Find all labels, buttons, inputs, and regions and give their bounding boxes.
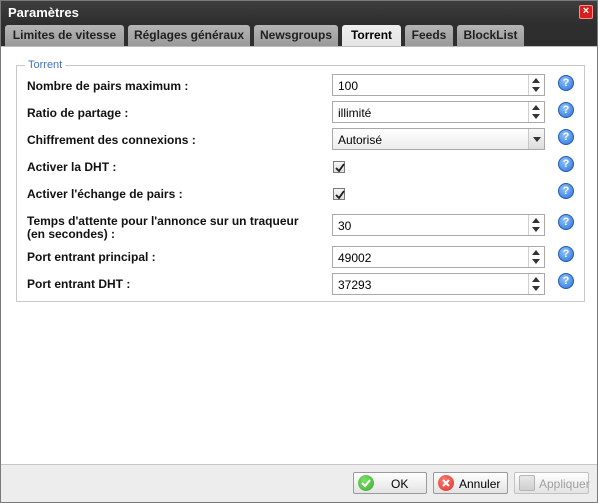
spinner-arrows[interactable] <box>528 215 544 235</box>
checkmark-icon <box>335 190 345 200</box>
arrow-up-icon[interactable] <box>532 78 540 83</box>
checkmark-icon <box>335 163 345 173</box>
dht-port-spinner[interactable]: 37293 <box>332 273 545 295</box>
arrow-up-icon[interactable] <box>532 250 540 255</box>
title-bar: Paramètres × <box>1 1 597 24</box>
tab-newsgroups[interactable]: Newsgroups <box>254 25 338 46</box>
max-peers-spinner[interactable]: 100 <box>332 74 545 96</box>
spinner-arrows[interactable] <box>528 274 544 294</box>
pex-label: Activer l'échange de pairs : <box>27 187 183 201</box>
help-icon[interactable]: ? <box>558 246 574 262</box>
apply-icon <box>519 475 535 491</box>
check-icon <box>358 475 374 491</box>
help-icon[interactable]: ? <box>558 156 574 172</box>
max-peers-value: 100 <box>338 79 359 93</box>
apply-label: Appliquer <box>539 477 590 491</box>
dht-label: Activer la DHT : <box>27 160 117 174</box>
main-port-value: 49002 <box>338 251 372 265</box>
pex-checkbox[interactable] <box>333 188 345 200</box>
encryption-value: Autorisé <box>338 133 383 147</box>
tab-reglages-generaux[interactable]: Réglages généraux <box>128 25 250 46</box>
main-port-spinner[interactable]: 49002 <box>332 246 545 268</box>
arrow-down-icon[interactable] <box>532 259 540 264</box>
arrow-down-icon[interactable] <box>532 87 540 92</box>
spinner-arrows[interactable] <box>528 247 544 267</box>
dht-checkbox[interactable] <box>333 161 345 173</box>
dialog-title: Paramètres <box>8 5 79 20</box>
encryption-select[interactable]: Autorisé <box>332 128 545 150</box>
cancel-icon <box>438 475 454 491</box>
announce-wait-value: 30 <box>338 219 352 233</box>
close-button[interactable]: × <box>579 5 593 19</box>
announce-wait-label-line1: Temps d'attente pour l'annonce sur un tr… <box>27 214 299 228</box>
tab-feeds[interactable]: Feeds <box>405 25 453 46</box>
tab-blocklist[interactable]: BlockList <box>457 25 524 46</box>
help-icon[interactable]: ? <box>558 75 574 91</box>
share-ratio-spinner[interactable]: illimité <box>332 101 545 123</box>
ok-button[interactable]: OK <box>353 472 427 494</box>
spinner-arrows[interactable] <box>528 75 544 95</box>
announce-wait-label-line2: (en secondes) : <box>27 227 116 241</box>
chevron-down-icon[interactable] <box>528 129 544 149</box>
ok-label: OK <box>391 477 409 491</box>
arrow-down-icon[interactable] <box>532 114 540 119</box>
tab-strip: Limites de vitesse Réglages généraux New… <box>1 24 597 46</box>
main-port-label: Port entrant principal : <box>27 250 156 264</box>
dialog-footer: OK Annuler Appliquer <box>1 464 597 502</box>
help-icon[interactable]: ? <box>558 273 574 289</box>
group-legend: Torrent <box>25 59 66 71</box>
cancel-label: Annuler <box>459 477 501 491</box>
help-icon[interactable]: ? <box>558 102 574 118</box>
settings-dialog: Paramètres × Limites de vitesse Réglages… <box>0 0 598 503</box>
help-icon[interactable]: ? <box>558 183 574 199</box>
cancel-button[interactable]: Annuler <box>433 472 508 494</box>
arrow-down-icon[interactable] <box>532 227 540 232</box>
max-peers-label: Nombre de pairs maximum : <box>27 79 189 93</box>
encryption-label: Chiffrement des connexions : <box>27 133 196 147</box>
arrow-up-icon[interactable] <box>532 218 540 223</box>
dht-port-label: Port entrant DHT : <box>27 277 131 291</box>
share-ratio-value: illimité <box>338 106 372 120</box>
arrow-up-icon[interactable] <box>532 105 540 110</box>
arrow-down-icon[interactable] <box>532 286 540 291</box>
dht-port-value: 37293 <box>338 278 372 292</box>
apply-button[interactable]: Appliquer <box>514 472 590 494</box>
tab-torrent[interactable]: Torrent <box>342 25 401 46</box>
help-icon[interactable]: ? <box>558 129 574 145</box>
spinner-arrows[interactable] <box>528 102 544 122</box>
tab-content: Torrent Nombre de pairs maximum : 100 ? … <box>1 46 597 464</box>
help-icon[interactable]: ? <box>558 214 574 230</box>
tab-limites-de-vitesse[interactable]: Limites de vitesse <box>5 25 124 46</box>
arrow-up-icon[interactable] <box>532 277 540 282</box>
announce-wait-spinner[interactable]: 30 <box>332 214 545 236</box>
share-ratio-label: Ratio de partage : <box>27 106 129 120</box>
